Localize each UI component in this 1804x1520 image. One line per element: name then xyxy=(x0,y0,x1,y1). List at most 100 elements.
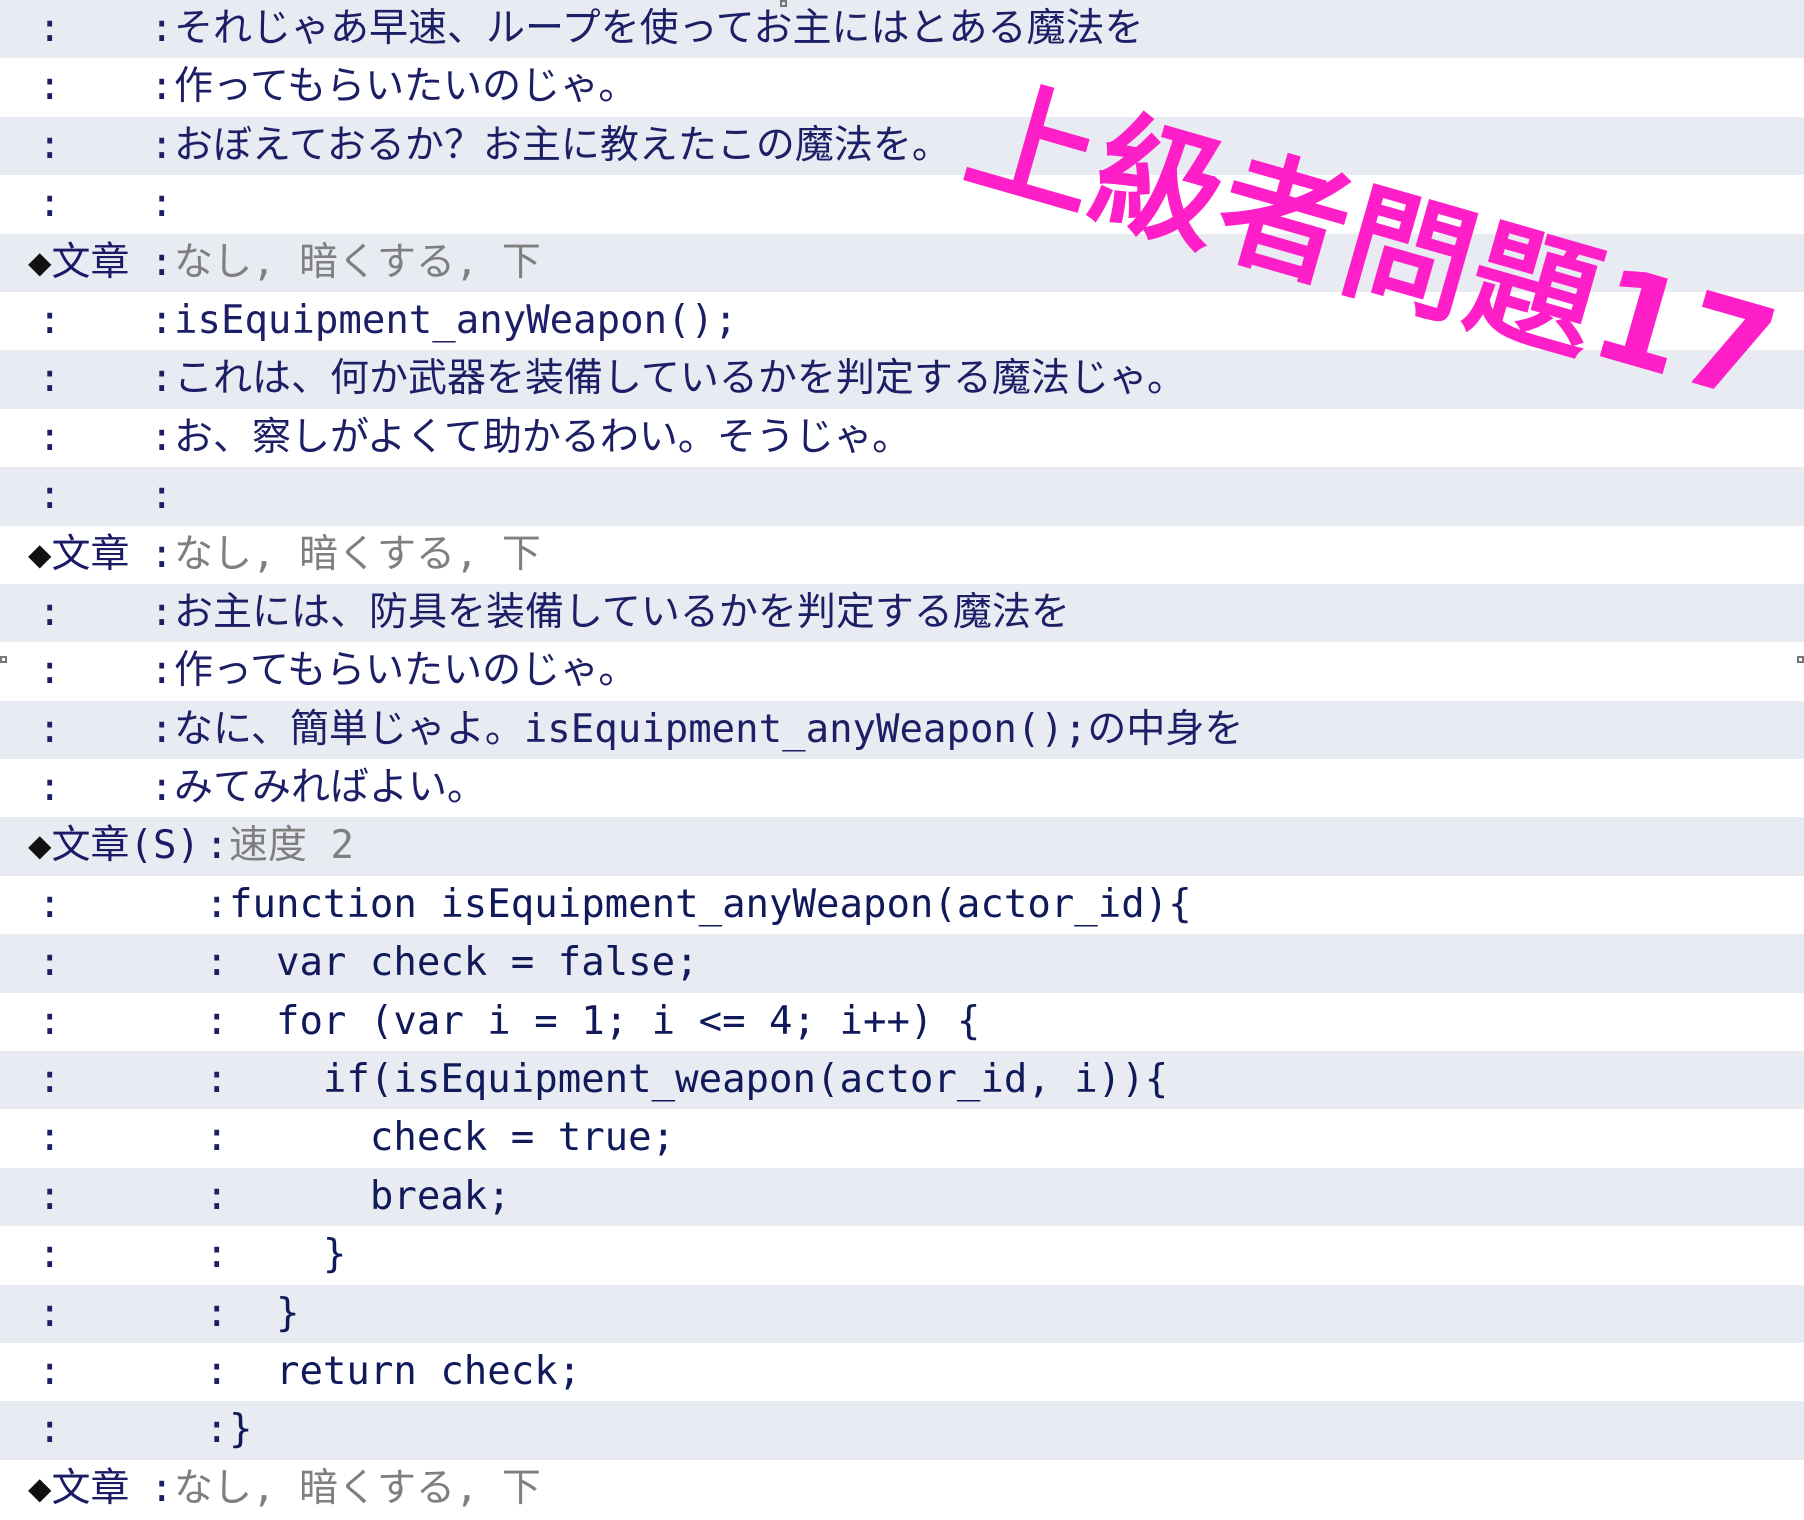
column-separator: : xyxy=(150,181,174,227)
column-separator: : xyxy=(150,6,174,51)
column-separator: : xyxy=(205,1290,229,1336)
column-separator: : xyxy=(150,589,174,635)
indent-marker: : xyxy=(38,6,62,51)
list-item[interactable]: :: var check = false; xyxy=(0,934,1804,993)
list-item[interactable]: :: それじゃあ早速、ループを使ってお主にはとある魔法を xyxy=(0,0,1804,59)
list-item[interactable]: :: おぼえておるか？お主に教えたこの魔法を。 xyxy=(0,116,1804,176)
resize-handle-right xyxy=(1797,656,1804,663)
script-line: break; xyxy=(229,1173,511,1219)
command-name: ◆文章 xyxy=(28,1460,130,1518)
list-item[interactable]: :: for (var i = 1; i <= 4; i++) { xyxy=(0,992,1804,1052)
command-params: なし, 暗くする, 下 xyxy=(174,239,541,285)
message-text: みてみればよい。 xyxy=(174,765,487,811)
diamond-icon: ◆ xyxy=(28,239,52,285)
column-separator: : xyxy=(150,531,174,577)
indent-marker: : xyxy=(38,1290,62,1336)
message-text: なに、簡単じゃよ。isEquipment_anyWeapon();の中身を xyxy=(174,706,1244,752)
command-params: 速度 2 xyxy=(229,823,354,869)
indent-marker: : xyxy=(38,414,62,460)
column-separator: : xyxy=(205,823,229,869)
message-text: isEquipment_anyWeapon(); xyxy=(174,297,738,343)
diamond-icon: ◆ xyxy=(28,1465,52,1511)
message-text: お、察しがよくて助かるわい。そうじゃ。 xyxy=(174,414,912,460)
column-separator: : xyxy=(150,648,174,694)
message-text: それじゃあ早速、ループを使ってお主にはとある魔法を xyxy=(174,6,1144,51)
indent-marker: : xyxy=(38,297,62,343)
command-params: なし, 暗くする, 下 xyxy=(174,531,541,577)
script-line: check = true; xyxy=(229,1115,676,1161)
column-separator: : xyxy=(205,881,229,927)
command-params: なし, 暗くする, 下 xyxy=(174,1465,541,1511)
indent-marker: : xyxy=(38,122,62,168)
command-label: 文章(S) xyxy=(51,823,200,869)
column-separator: : xyxy=(205,1115,229,1161)
command-name: ◆文章 xyxy=(28,234,130,292)
list-item[interactable]: :: 作ってもらいたいのじゃ。 xyxy=(0,58,1804,117)
command-row[interactable]: ◆文章: なし, 暗くする, 下 xyxy=(0,525,1804,584)
column-separator: : xyxy=(150,64,174,110)
list-item[interactable]: :: function isEquipment_anyWeapon(actor_i… xyxy=(0,875,1804,935)
indent-marker: : xyxy=(38,181,62,227)
command-label: 文章 xyxy=(51,531,130,577)
list-item[interactable]: :: xyxy=(0,467,1804,526)
indent-marker: : xyxy=(38,589,62,635)
list-item[interactable]: :: なに、簡単じゃよ。isEquipment_anyWeapon();の中身を xyxy=(0,700,1804,760)
column-separator: : xyxy=(150,1465,174,1511)
column-separator: : xyxy=(150,414,174,460)
column-separator: : xyxy=(150,239,174,285)
command-row[interactable]: ◆文章: なし, 暗くする, 下 xyxy=(0,1459,1804,1519)
column-separator: : xyxy=(150,473,174,519)
message-text: おぼえておるか？お主に教えたこの魔法を。 xyxy=(174,122,951,168)
indent-marker: : xyxy=(38,648,62,694)
indent-marker: : xyxy=(38,1407,62,1453)
script-line: if(isEquipment_weapon(actor_id, i)){ xyxy=(229,1057,1169,1103)
script-line: var check = false; xyxy=(229,940,699,986)
column-separator: : xyxy=(205,998,229,1044)
list-item[interactable]: ::} xyxy=(0,1401,1804,1460)
indent-marker: : xyxy=(38,1232,62,1278)
list-item[interactable]: :: お、察しがよくて助かるわい。そうじゃ。 xyxy=(0,408,1804,468)
indent-marker: : xyxy=(38,356,62,402)
command-name: ◆文章 xyxy=(28,526,130,584)
list-item[interactable]: :: return check; xyxy=(0,1342,1804,1402)
indent-marker: : xyxy=(38,706,62,752)
script-line: } xyxy=(229,1232,347,1278)
list-item[interactable]: :: break; xyxy=(0,1167,1804,1227)
list-item[interactable]: :: } xyxy=(0,1226,1804,1285)
indent-marker: : xyxy=(38,998,62,1044)
script-line: } xyxy=(229,1407,253,1453)
script-line: for (var i = 1; i <= 4; i++) { xyxy=(229,998,981,1044)
resize-handle-top xyxy=(780,0,787,7)
list-item[interactable]: :: みてみればよい。 xyxy=(0,759,1804,818)
indent-marker: : xyxy=(38,1057,62,1103)
column-separator: : xyxy=(150,356,174,402)
list-item[interactable]: :: 作ってもらいたいのじゃ。 xyxy=(0,642,1804,701)
column-separator: : xyxy=(205,1407,229,1453)
message-text: 作ってもらいたいのじゃ。 xyxy=(174,64,638,110)
column-separator: : xyxy=(205,1232,229,1278)
command-label: 文章 xyxy=(51,239,130,285)
indent-marker: : xyxy=(38,940,62,986)
column-separator: : xyxy=(205,1057,229,1103)
diamond-icon: ◆ xyxy=(28,531,52,577)
column-separator: : xyxy=(150,122,174,168)
indent-marker: : xyxy=(38,1115,62,1161)
column-separator: : xyxy=(205,1348,229,1394)
command-row[interactable]: ◆文章(S): 速度 2 xyxy=(0,817,1804,876)
list-item[interactable]: :: check = true; xyxy=(0,1109,1804,1168)
script-line: return check; xyxy=(229,1348,582,1394)
indent-marker: : xyxy=(38,1348,62,1394)
indent-marker: : xyxy=(38,1173,62,1219)
resize-handle-left xyxy=(0,656,7,663)
indent-marker: : xyxy=(38,64,62,110)
list-item[interactable]: :: } xyxy=(0,1284,1804,1343)
column-separator: : xyxy=(205,940,229,986)
column-separator: : xyxy=(150,297,174,343)
script-line: function isEquipment_anyWeapon(actor_id)… xyxy=(229,881,1192,927)
indent-marker: : xyxy=(38,473,62,519)
message-text: 作ってもらいたいのじゃ。 xyxy=(174,648,638,694)
script-line: } xyxy=(229,1290,300,1336)
diamond-icon: ◆ xyxy=(28,823,52,869)
list-item[interactable]: :: お主には、防具を装備しているかを判定する魔法を xyxy=(0,583,1804,643)
list-item[interactable]: :: if(isEquipment_weapon(actor_id, i)){ xyxy=(0,1051,1804,1110)
